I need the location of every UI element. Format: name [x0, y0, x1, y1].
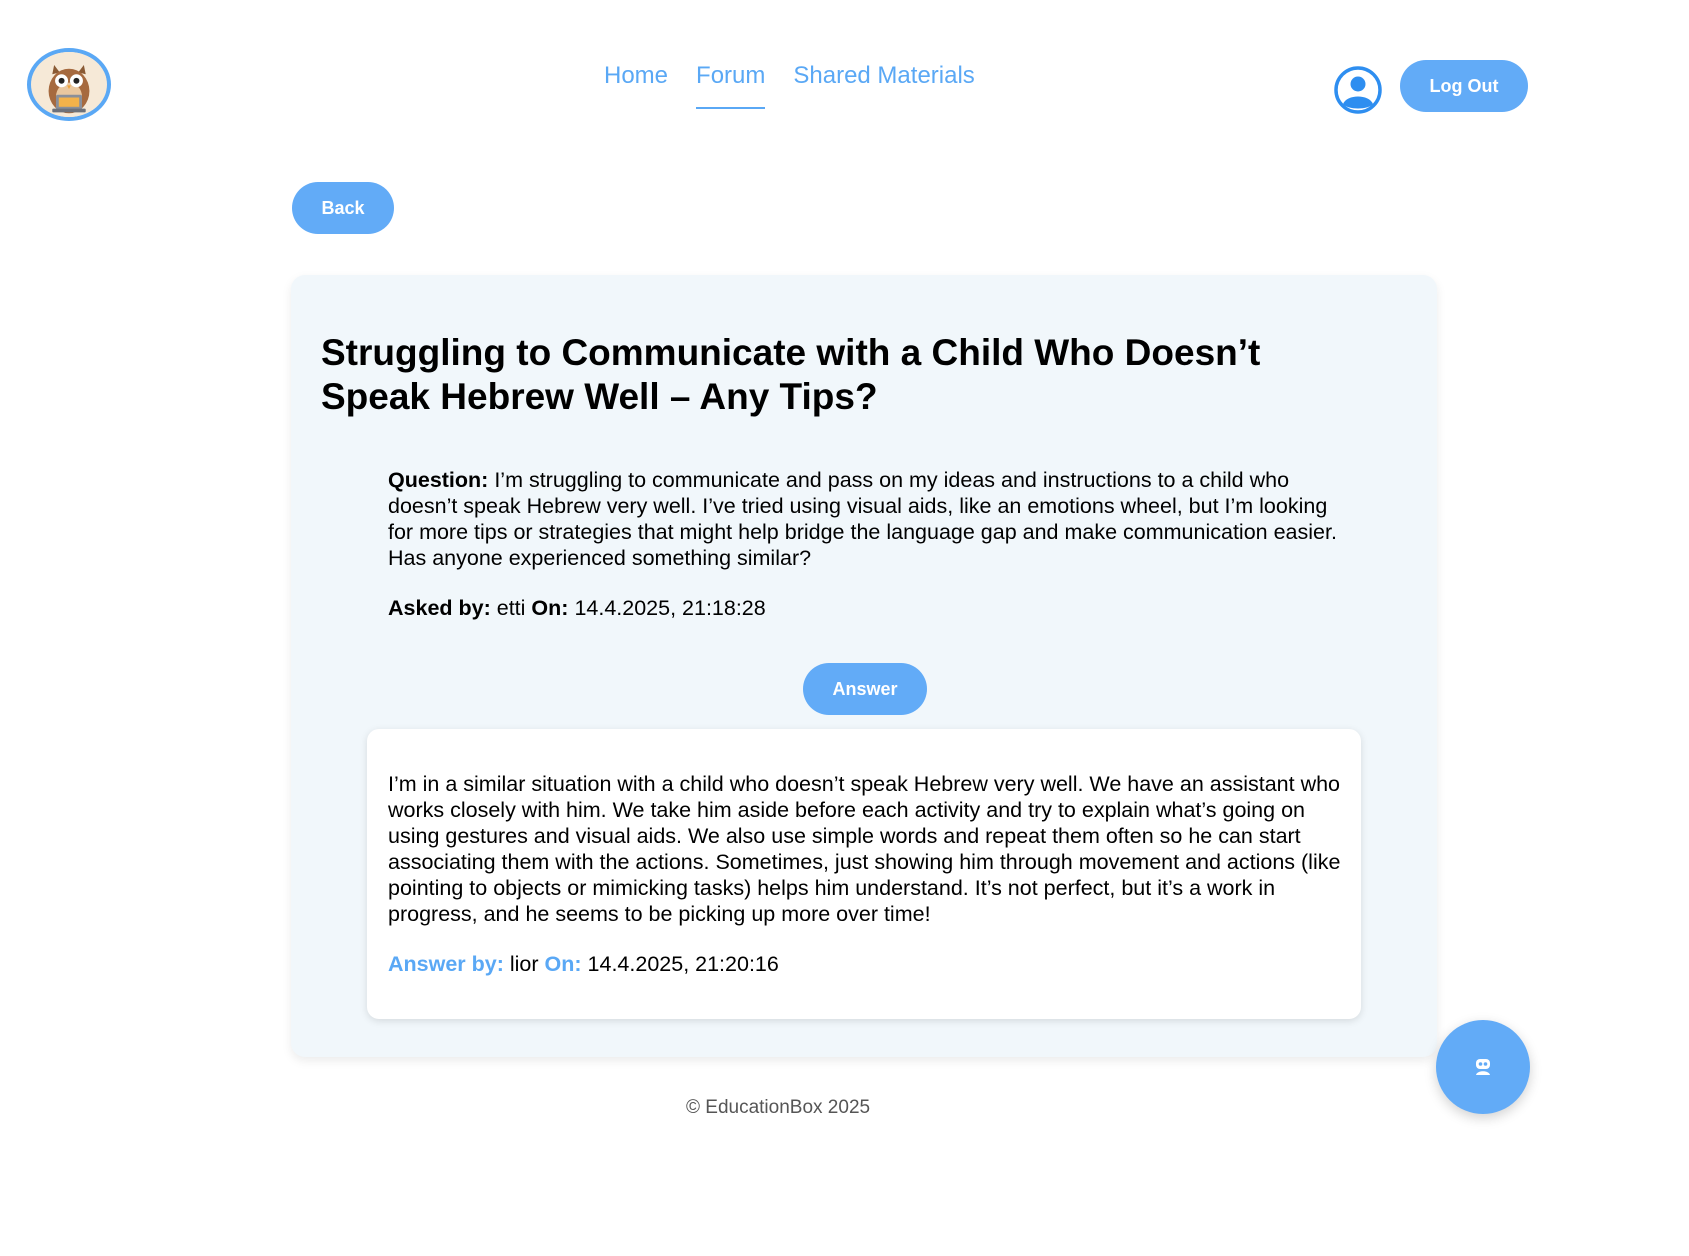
asked-by-label: Asked by: — [388, 596, 491, 620]
asked-on-date: 14.4.2025, 21:18:28 — [574, 596, 766, 620]
back-button[interactable]: Back — [292, 182, 394, 234]
answer-on-label: On: — [544, 952, 582, 976]
footer-copyright: © EducationBox 2025 — [686, 1097, 871, 1118]
asked-on-label: On: — [531, 596, 569, 620]
robot-icon — [1476, 1059, 1490, 1075]
answer-meta: Answer by: lior On: 14.4.2025, 21:20:16 — [388, 951, 779, 977]
user-circle-icon[interactable] — [1333, 65, 1383, 115]
question-body: I’m struggling to communicate and pass o… — [388, 468, 1337, 570]
page: Home Forum Shared Materials Log Out Back… — [0, 0, 1689, 1256]
question-text: Question: I’m struggling to communicate … — [388, 467, 1348, 571]
answer-text: I’m in a similar situation with a child … — [388, 772, 1341, 926]
nav-forum[interactable]: Forum — [696, 62, 766, 109]
logout-button[interactable]: Log Out — [1400, 60, 1528, 112]
asked-meta: Asked by: etti On: 14.4.2025, 21:18:28 — [388, 595, 766, 621]
nav-shared-materials[interactable]: Shared Materials — [793, 62, 974, 109]
post-card: Struggling to Communicate with a Child W… — [291, 275, 1437, 1057]
nav-home[interactable]: Home — [604, 62, 668, 109]
answer-on-date: 14.4.2025, 21:20:16 — [587, 952, 779, 976]
asked-by-user: etti — [496, 596, 526, 620]
answer-item: I’m in a similar situation with a child … — [367, 729, 1361, 1019]
main-nav: Home Forum Shared Materials — [604, 62, 975, 109]
answer-by-label: Answer by: — [388, 952, 504, 976]
post-title: Struggling to Communicate with a Child W… — [321, 332, 1261, 417]
chatbot-button[interactable] — [1436, 1020, 1530, 1114]
answer-button[interactable]: Answer — [803, 663, 927, 715]
answer-by-user: lior — [509, 952, 539, 976]
question-label: Question: — [388, 468, 489, 492]
owl-logo-icon[interactable] — [27, 48, 111, 121]
